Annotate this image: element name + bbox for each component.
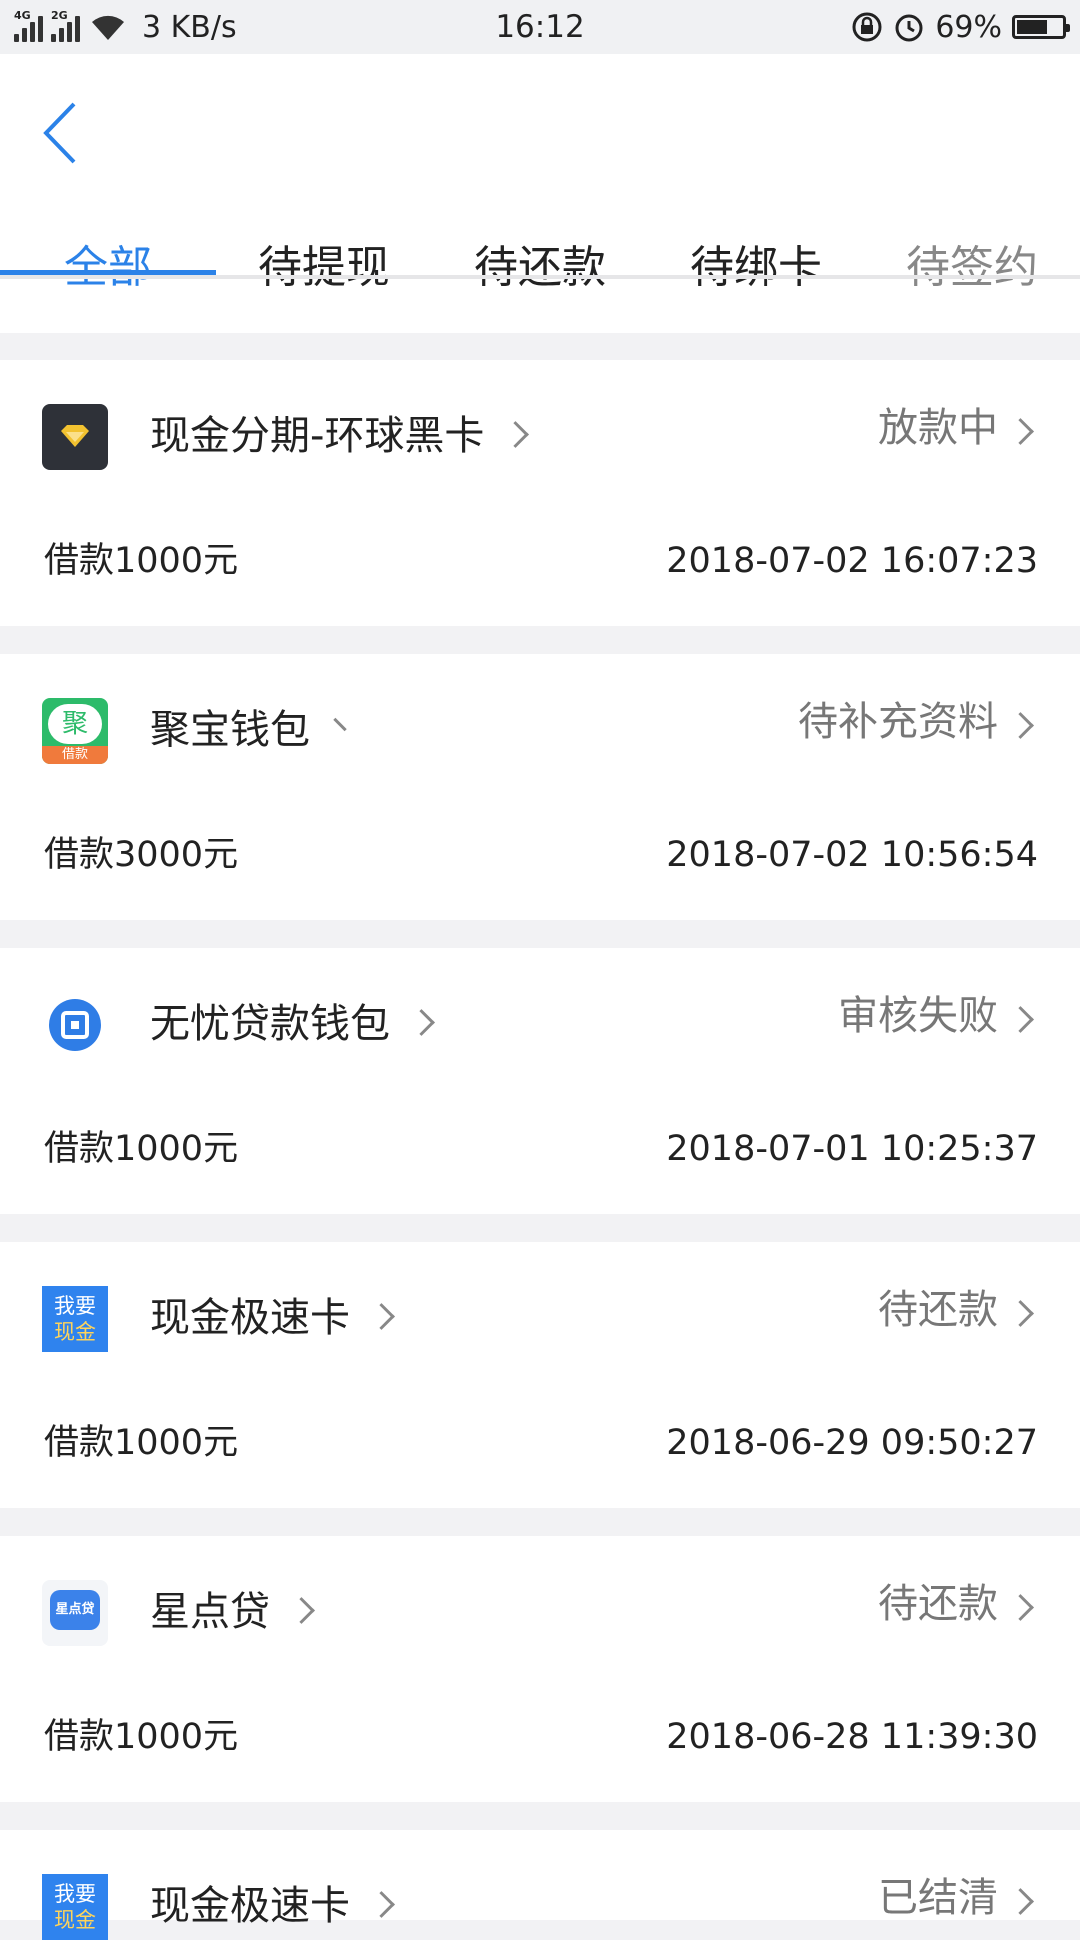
woyao-logo-icon: 我要 现金: [42, 1286, 108, 1352]
order-date: 2018-07-02 16:07:23: [666, 541, 1038, 581]
order-name: 现金极速卡: [150, 1295, 350, 1341]
alarm-icon: [895, 14, 923, 42]
battery-icon: [1012, 15, 1070, 39]
tab-pending-repay[interactable]: 待还款: [432, 228, 648, 318]
order-date: 2018-06-28 11:39:30: [666, 1717, 1038, 1757]
back-arrow-icon[interactable]: [38, 98, 88, 168]
order-card[interactable]: 聚 借款 聚宝钱包 待补充资料 借款3000元 2018-07-02 10:56…: [0, 654, 1080, 920]
order-date: 2018-07-01 10:25:37: [666, 1129, 1038, 1169]
order-name: 星点贷: [150, 1589, 270, 1635]
order-name: 聚宝钱包: [150, 707, 310, 753]
woyao-logo-icon: 我要 现金: [42, 1874, 108, 1940]
order-card[interactable]: 我要 现金 现金极速卡 已结清: [0, 1830, 1080, 1940]
tab-pending-sign[interactable]: 待签约: [864, 228, 1080, 318]
diamond-logo-icon: [42, 404, 108, 470]
battery-percent: 69%: [935, 9, 1002, 45]
tab-pending-bind-card[interactable]: 待绑卡: [648, 228, 864, 318]
order-status: 待还款: [878, 1287, 998, 1333]
xingdian-logo-icon: 星点贷: [42, 1580, 108, 1646]
tab-divider: [0, 275, 1080, 279]
wuyou-logo-icon: [42, 992, 108, 1058]
chevron-right-icon: [408, 1008, 435, 1036]
chevron-right-icon: [502, 420, 530, 448]
chevron-right-icon: [333, 717, 347, 731]
order-name: 无忧贷款钱包: [150, 1001, 390, 1047]
chevron-right-icon: [368, 1302, 395, 1330]
rotation-lock-icon: [852, 12, 882, 42]
order-card[interactable]: 星点贷 星点贷 待还款 借款1000元 2018-06-28 11:39:30: [0, 1536, 1080, 1802]
order-status: 待补充资料: [798, 699, 998, 745]
order-name: 现金分期-环球黑卡: [150, 413, 485, 459]
order-date: 2018-06-29 09:50:27: [666, 1423, 1038, 1463]
order-amount: 借款1000元: [44, 541, 239, 581]
order-card[interactable]: 现金分期-环球黑卡 放款中 借款1000元 2018-07-02 16:07:2…: [0, 360, 1080, 626]
order-card[interactable]: 无忧贷款钱包 审核失败 借款1000元 2018-07-01 10:25:37: [0, 948, 1080, 1214]
order-status: 审核失败: [838, 993, 998, 1039]
order-name: 现金极速卡: [150, 1883, 350, 1929]
order-card[interactable]: 我要 现金 现金极速卡 待还款 借款1000元 2018-06-29 09:50…: [0, 1242, 1080, 1508]
chevron-right-icon: [368, 1890, 395, 1918]
order-amount: 借款1000元: [44, 1423, 239, 1463]
order-amount: 借款1000元: [44, 1717, 239, 1757]
order-date: 2018-07-02 10:56:54: [666, 835, 1038, 875]
order-status: 放款中: [878, 405, 998, 451]
tab-pending-withdraw[interactable]: 待提现: [216, 228, 432, 318]
header: 全部 待提现 待还款 待绑卡 待签约: [0, 54, 1080, 333]
tab-bar: 全部 待提现 待还款 待绑卡 待签约: [0, 228, 1080, 333]
order-status: 已结清: [878, 1875, 998, 1921]
chevron-right-icon: [288, 1596, 315, 1624]
order-amount: 借款3000元: [44, 835, 239, 875]
status-bar: 4G 2G 3 KB/s 16:12 69%: [0, 0, 1080, 54]
jubao-logo-icon: 聚 借款: [42, 698, 108, 764]
order-amount: 借款1000元: [44, 1129, 239, 1169]
order-status: 待还款: [878, 1581, 998, 1627]
